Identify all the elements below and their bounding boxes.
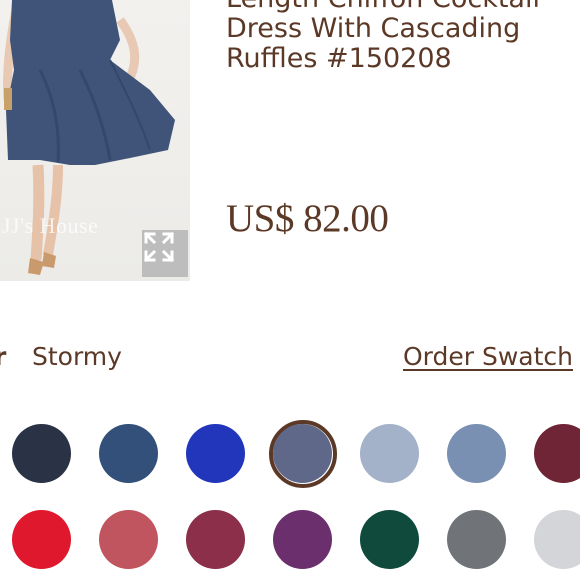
- selected-color-name: Stormy: [32, 342, 122, 371]
- color-selector-header: r Stormy Order Swatch: [0, 342, 580, 378]
- color-swatch[interactable]: [99, 424, 158, 483]
- color-swatch[interactable]: [99, 510, 158, 569]
- product-title-line: Length Chiffon Cocktail: [226, 0, 580, 14]
- expand-arrows-icon: [143, 231, 175, 263]
- product-title-line: Ruffles #150208: [226, 43, 452, 74]
- color-swatch[interactable]: [273, 510, 332, 569]
- brand-watermark: JJ's House: [2, 213, 99, 238]
- product-image[interactable]: JJ's House: [0, 0, 190, 281]
- color-swatch[interactable]: [447, 424, 506, 483]
- color-swatch[interactable]: [534, 424, 580, 483]
- color-swatch[interactable]: [360, 424, 419, 483]
- color-swatch[interactable]: [186, 510, 245, 569]
- color-swatch[interactable]: [12, 424, 71, 483]
- color-swatch[interactable]: [360, 510, 419, 569]
- color-swatch[interactable]: [447, 510, 506, 569]
- color-label: r: [0, 342, 7, 371]
- color-swatch[interactable]: [534, 510, 580, 569]
- color-swatch[interactable]: [12, 510, 71, 569]
- product-price: US$ 82.00: [226, 197, 389, 240]
- product-title-line: Dress With Cascading: [226, 13, 521, 44]
- expand-image-button[interactable]: [142, 230, 188, 277]
- product-title: Length Chiffon Cocktail Dress With Casca…: [226, 0, 580, 74]
- color-swatch[interactable]: [186, 424, 245, 483]
- order-swatch-link[interactable]: Order Swatch: [403, 342, 573, 371]
- color-swatch[interactable]: [273, 424, 332, 483]
